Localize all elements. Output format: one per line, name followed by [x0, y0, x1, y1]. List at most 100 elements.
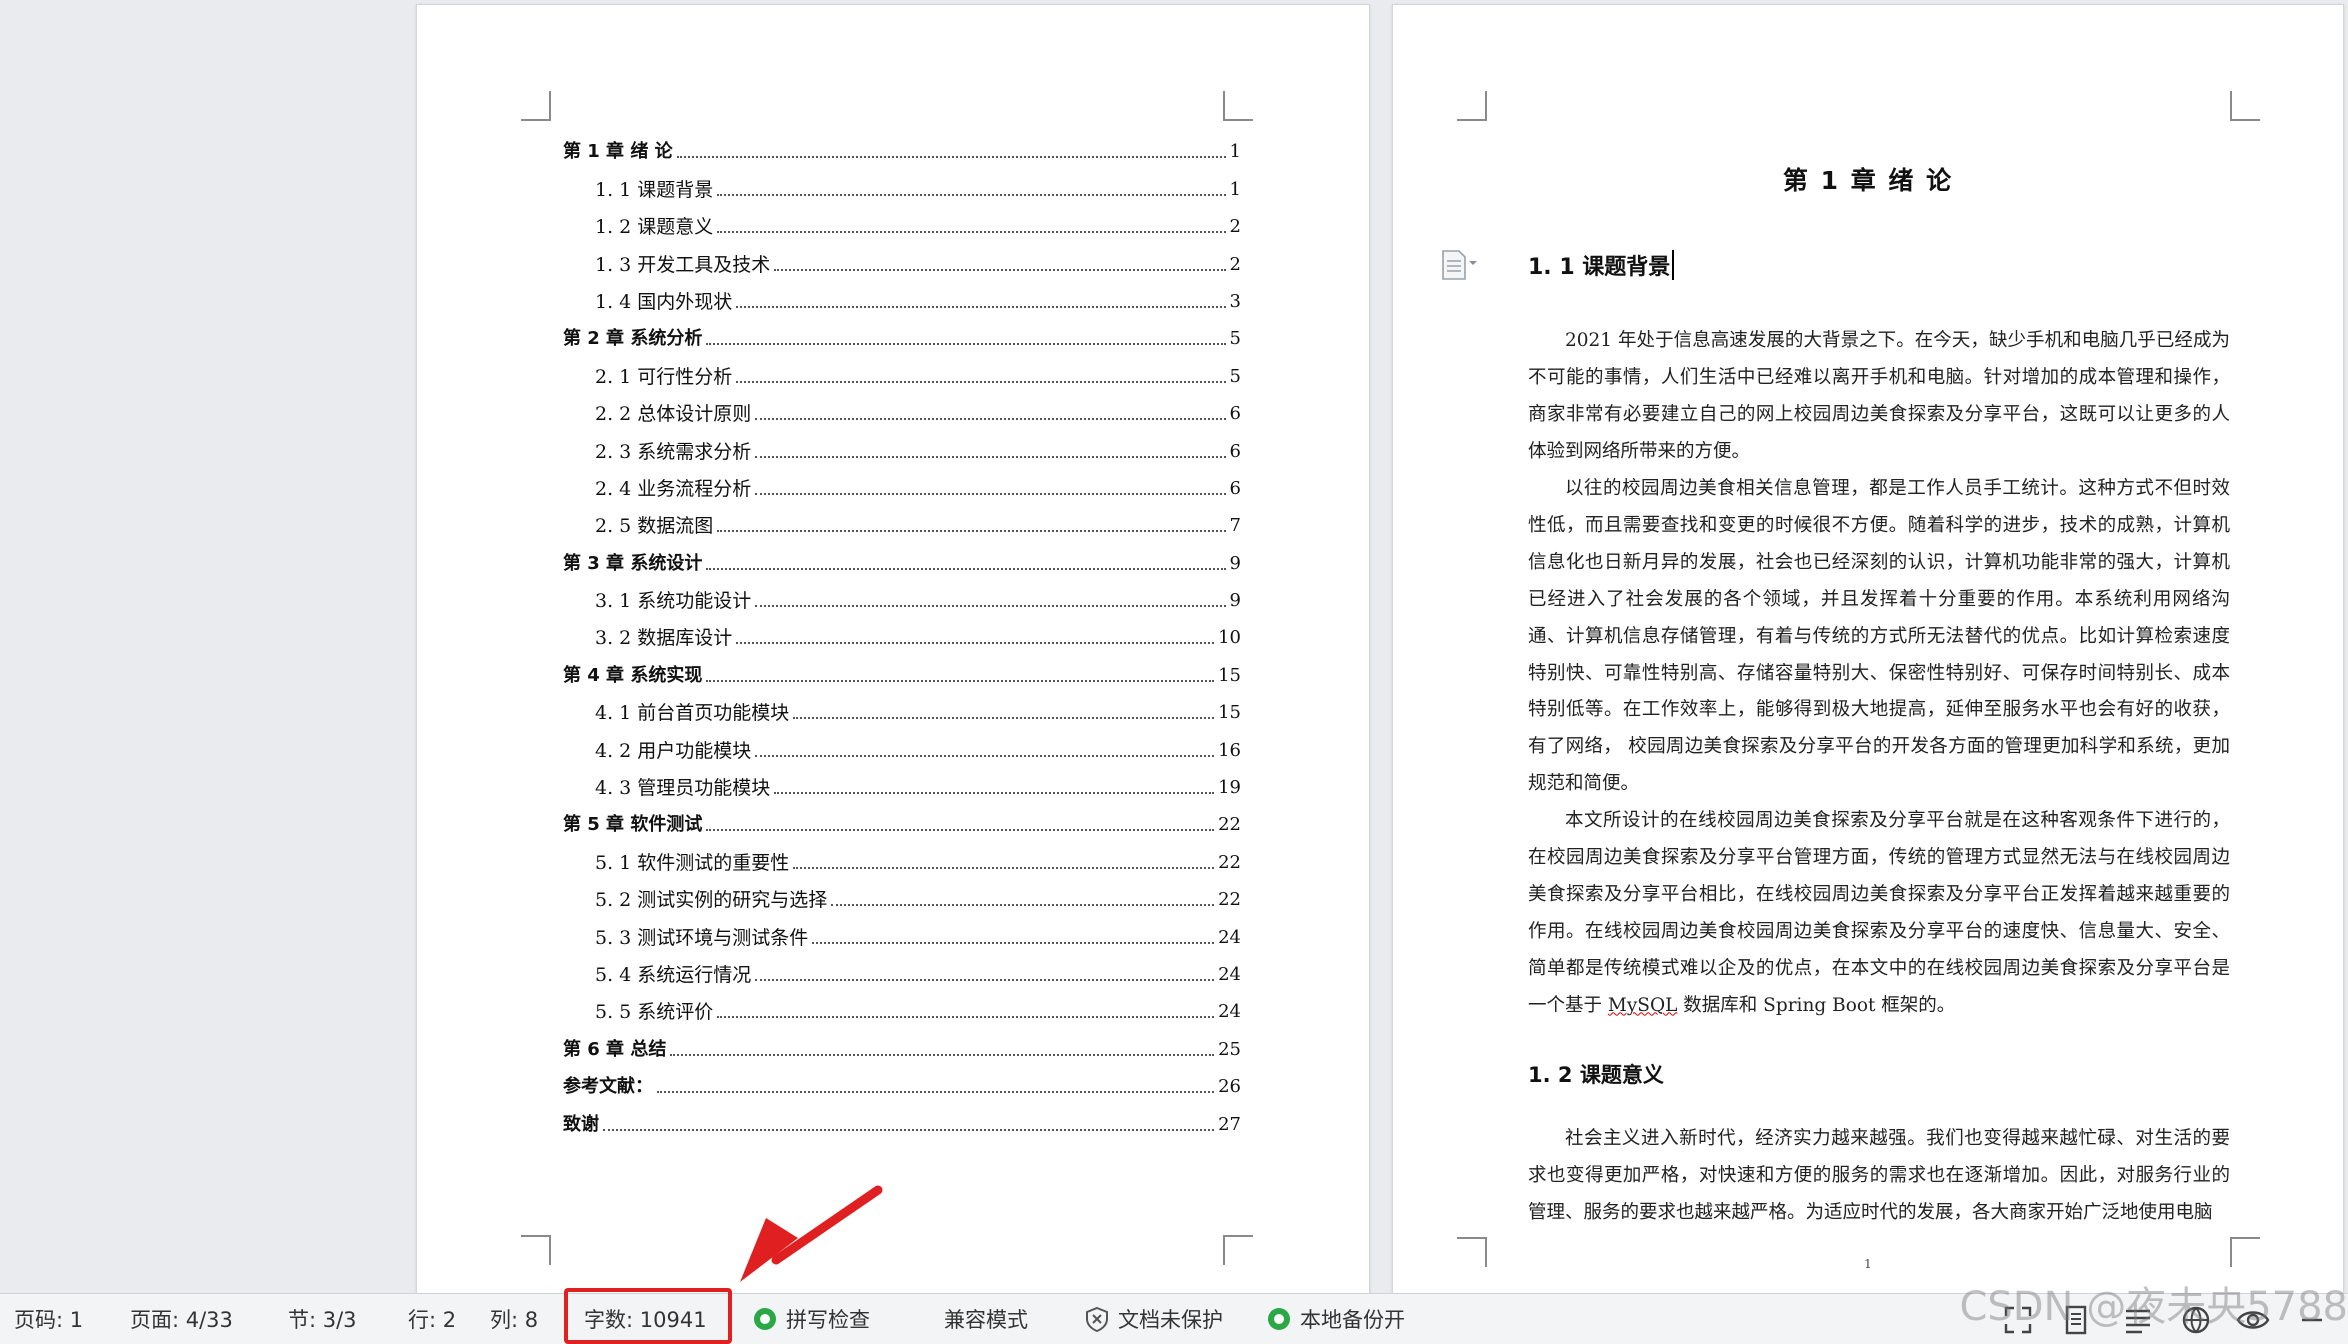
spell-check-label: 拼写检查 — [786, 1308, 870, 1332]
document-protection-button[interactable]: 文档未保护 — [1084, 1294, 1223, 1344]
margin-mark-top-right — [2230, 91, 2260, 121]
section-heading-1-2[interactable]: 1. 2 课题意义 — [1528, 1059, 1664, 1089]
toc-entry[interactable]: 第 4 章 系统实现 15 — [563, 650, 1241, 687]
toc-entry[interactable]: 参考文献： 26 — [563, 1062, 1241, 1099]
paragraph-style-icon[interactable] — [1439, 249, 1479, 281]
paragraph-3-text-b: 数据库和 Spring Boot 框架的。 — [1677, 994, 1956, 1016]
status-word-count[interactable]: 字数: 10941 — [584, 1294, 707, 1344]
toc-entry[interactable]: 第 2 章 系统分析 5 — [563, 314, 1241, 351]
toc-entry-page: 1 — [1229, 141, 1241, 163]
toc-entry[interactable]: 第 6 章 总结 25 — [563, 1024, 1241, 1061]
toc-entry-page: 26 — [1218, 1076, 1241, 1098]
toc-entry[interactable]: 1. 2 课题意义 2 — [563, 202, 1241, 239]
toc-entry[interactable]: 5. 3 测试环境与测试条件 24 — [563, 912, 1241, 949]
toc-leader-dots — [793, 717, 1215, 720]
chapter-title: 第 1 章 绪 论 — [1782, 166, 1954, 195]
toc-entry-title: 2. 5 数据流图 — [595, 515, 714, 538]
toc-entry-title: 3. 2 数据库设计 — [595, 627, 733, 650]
toc-entry-title: 第 2 章 系统分析 — [563, 328, 703, 350]
toc-entry-title: 参考文献： — [563, 1076, 653, 1098]
compat-mode-label[interactable]: 兼容模式 — [944, 1294, 1028, 1344]
toc-entry-page: 27 — [1218, 1113, 1241, 1135]
toc-entry-page: 5 — [1229, 365, 1241, 387]
toc-entry[interactable]: 5. 1 软件测试的重要性 22 — [563, 837, 1241, 874]
toc-entry-title: 2. 4 业务流程分析 — [595, 477, 752, 500]
toc-leader-dots — [755, 418, 1226, 421]
toc-entry[interactable]: 第 1 章 绪 论 1 — [563, 127, 1241, 164]
toc-entry[interactable]: 2. 2 总体设计原则 6 — [563, 389, 1241, 426]
toc-leader-dots — [706, 567, 1226, 570]
toc-leader-dots — [736, 305, 1226, 308]
toc-entry[interactable]: 2. 4 业务流程分析 6 — [563, 464, 1241, 501]
toc-entry-page: 2 — [1229, 216, 1241, 238]
toc-entry[interactable]: 2. 1 可行性分析 5 — [563, 351, 1241, 388]
toc-leader-dots — [706, 829, 1215, 832]
paragraph-2[interactable]: 以往的校园周边美食相关信息管理，都是工作人员手工统计。这种方式不但时效性低，而且… — [1528, 471, 2230, 803]
local-backup-label: 本地备份开 — [1300, 1308, 1405, 1332]
toc-entry[interactable]: 3. 1 系统功能设计 9 — [563, 576, 1241, 613]
toc-leader-dots — [812, 941, 1215, 944]
toc-entry[interactable]: 5. 5 系统评价 24 — [563, 987, 1241, 1024]
status-page-count[interactable]: 页面: 4/33 — [130, 1294, 233, 1344]
status-page-code[interactable]: 页码: 1 — [14, 1294, 83, 1344]
toc-entry-page: 7 — [1229, 515, 1241, 537]
toc-entry[interactable]: 5. 4 系统运行情况 24 — [563, 950, 1241, 987]
margin-mark-bottom-right — [1223, 1235, 1253, 1265]
toc-entry-title: 致谢 — [563, 1113, 599, 1135]
section-heading-1-1[interactable]: 1. 1 课题背景 — [1528, 249, 1675, 281]
toc-entry[interactable]: 3. 2 数据库设计 10 — [563, 613, 1241, 650]
status-row[interactable]: 行: 2 — [408, 1294, 456, 1344]
spelling-error-word[interactable]: MySQL — [1608, 995, 1678, 1016]
toc-entry-title: 5. 1 软件测试的重要性 — [595, 851, 790, 874]
toc-entry[interactable]: 2. 5 数据流图 7 — [563, 501, 1241, 538]
status-column[interactable]: 列: 8 — [490, 1294, 538, 1344]
toc-entry[interactable]: 4. 3 管理员功能模块 19 — [563, 763, 1241, 800]
toc-entry[interactable]: 1. 4 国内外现状 3 — [563, 277, 1241, 314]
toc-entry-page: 2 — [1229, 253, 1241, 275]
local-backup-button[interactable]: 本地备份开 — [1266, 1294, 1405, 1344]
toc-leader-dots — [831, 904, 1215, 907]
check-circle-icon — [754, 1308, 776, 1330]
toc-leader-dots — [736, 642, 1215, 645]
paragraph-3[interactable]: 本文所设计的在线校园周边美食探索及分享平台就是在这种客观条件下进行的，在校园周边… — [1528, 803, 2230, 1024]
toc-entry-page: 22 — [1218, 851, 1241, 873]
toc-entry[interactable]: 第 3 章 系统设计 9 — [563, 538, 1241, 575]
toc-entry-title: 5. 5 系统评价 — [595, 1001, 714, 1024]
toc-entry[interactable]: 4. 1 前台首页功能模块 15 — [563, 688, 1241, 725]
paragraph-1[interactable]: 2021 年处于信息高速发展的大背景之下。在今天，缺少手机和电脑几乎已经成为不可… — [1528, 323, 2230, 471]
toc-entry[interactable]: 第 5 章 软件测试 22 — [563, 800, 1241, 837]
paragraph-4[interactable]: 社会主义进入新时代，经济实力越来越强。我们也变得越来越忙碌、对生活的要求也变得更… — [1528, 1121, 2230, 1232]
annotation-arrow — [740, 1185, 883, 1282]
toc-entry-title: 第 6 章 总结 — [563, 1038, 667, 1060]
toc-entry[interactable]: 5. 2 测试实例的研究与选择 22 — [563, 875, 1241, 912]
toc-entry-page: 9 — [1229, 590, 1241, 612]
toc-entry-title: 5. 4 系统运行情况 — [595, 963, 752, 986]
toc-entry[interactable]: 4. 2 用户功能模块 16 — [563, 725, 1241, 762]
spell-check-button[interactable]: 拼写检查 — [752, 1294, 870, 1344]
section-heading-text: 1. 1 课题背景 — [1528, 255, 1671, 280]
toc-entry-page: 6 — [1229, 403, 1241, 425]
status-section[interactable]: 节: 3/3 — [288, 1294, 357, 1344]
toc-entry[interactable]: 1. 1 课题背景 1 — [563, 164, 1241, 201]
toc-leader-dots — [755, 605, 1226, 608]
toc-entry[interactable]: 1. 3 开发工具及技术 2 — [563, 239, 1241, 276]
toc-entry-title: 第 1 章 绪 论 — [563, 141, 673, 163]
toc-entry[interactable]: 2. 3 系统需求分析 6 — [563, 426, 1241, 463]
toc-entry-page: 5 — [1229, 328, 1241, 350]
document-protection-label: 文档未保护 — [1118, 1308, 1223, 1332]
toc-entry-title: 第 3 章 系统设计 — [563, 552, 703, 574]
toc-entry-page: 15 — [1218, 664, 1241, 686]
toc-entry-title: 第 5 章 软件测试 — [563, 814, 703, 836]
toc-leader-dots — [706, 343, 1226, 346]
toc-leader-dots — [706, 679, 1215, 682]
toc-leader-dots — [717, 231, 1226, 234]
page-number: 1 — [1864, 1257, 1872, 1271]
margin-mark-top-right — [1223, 91, 1253, 121]
toc-entry-title: 1. 1 课题背景 — [595, 178, 714, 201]
toc-entry-page: 10 — [1218, 627, 1241, 649]
backup-status-icon — [1268, 1308, 1290, 1330]
toc-entry-title: 2. 3 系统需求分析 — [595, 440, 752, 463]
toc-entry[interactable]: 致谢 27 — [563, 1099, 1241, 1136]
toc-leader-dots — [774, 792, 1215, 795]
toc-entry-title: 1. 3 开发工具及技术 — [595, 253, 771, 276]
